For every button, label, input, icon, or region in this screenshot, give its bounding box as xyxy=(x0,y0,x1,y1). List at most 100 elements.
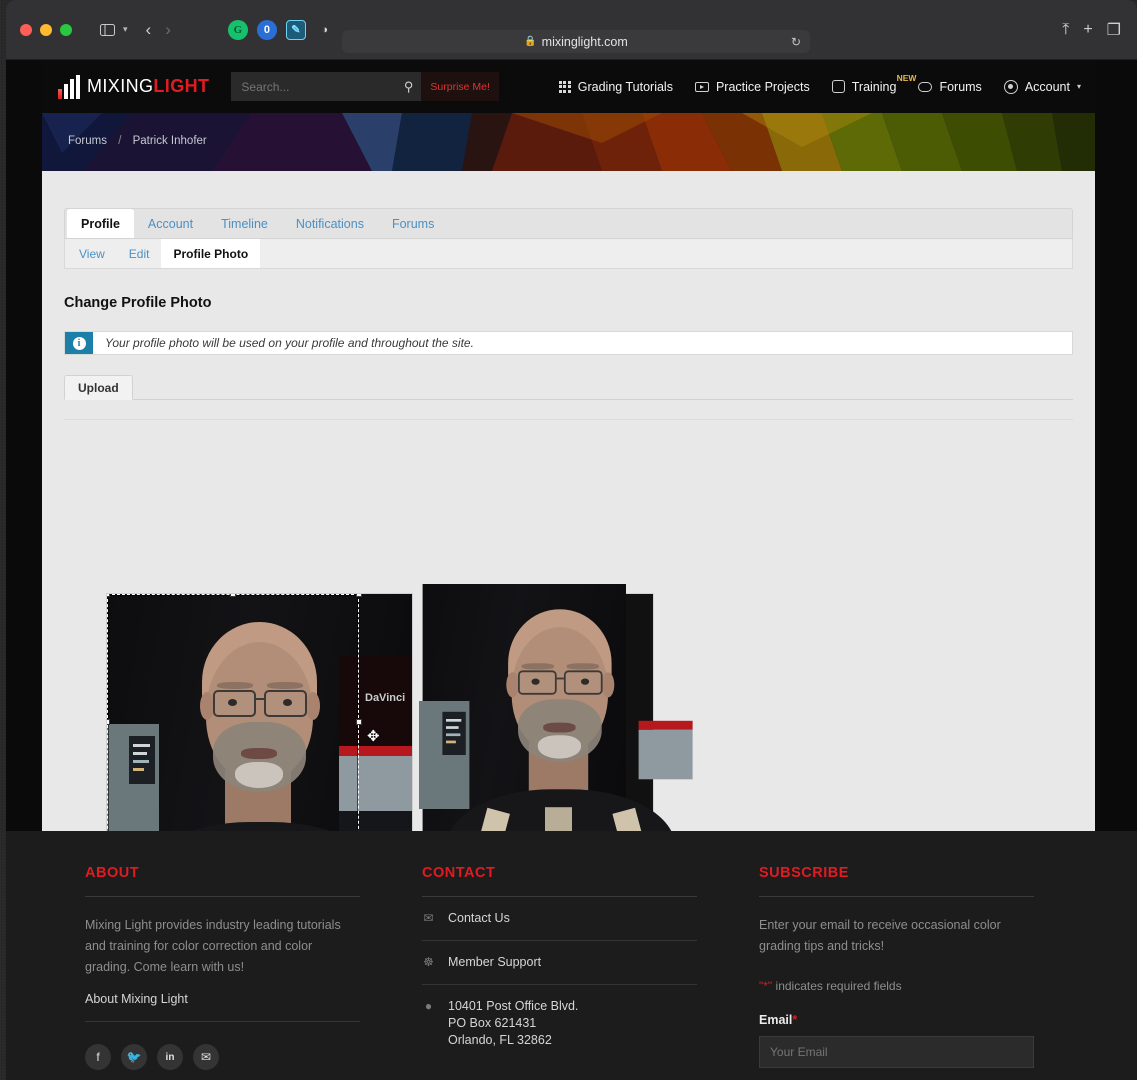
address-bar[interactable]: 🔒 mixinglight.com ↻ xyxy=(342,30,810,53)
tab-timeline[interactable]: Timeline xyxy=(207,209,282,238)
nav-label: Account xyxy=(1024,79,1070,94)
extension-icons[interactable]: G 0 ✎ ◑ xyxy=(227,19,335,40)
lifebuoy-icon: ☸ xyxy=(423,955,434,969)
breadcrumb-current: Patrick Inhofer xyxy=(132,135,207,147)
search-icon[interactable]: ⚲ xyxy=(404,79,414,95)
email-icon[interactable]: ✉ xyxy=(193,1044,219,1070)
email-field[interactable] xyxy=(759,1036,1034,1068)
envelope-icon: ✉ xyxy=(423,911,434,925)
site-footer: ABOUT Mixing Light provides industry lea… xyxy=(6,831,1137,1080)
footer-contact-us[interactable]: ✉ Contact Us xyxy=(422,897,697,941)
profile-subtabs[interactable]: View Edit Profile Photo xyxy=(64,239,1073,269)
tab-notifications[interactable]: Notifications xyxy=(282,209,378,238)
breadcrumb[interactable]: Forums / Patrick Inhofer xyxy=(68,135,207,147)
onepassword-extension-icon[interactable]: 0 xyxy=(256,19,277,40)
tab-profile[interactable]: Profile xyxy=(67,209,134,238)
footer-link-label[interactable]: Member Support xyxy=(448,954,541,971)
footer-about-heading: ABOUT xyxy=(85,865,140,881)
section-divider xyxy=(64,419,1073,420)
video-icon xyxy=(694,81,709,92)
tab-overview-icon[interactable]: ❐ xyxy=(1107,20,1121,40)
twitter-icon[interactable]: 🐦 xyxy=(121,1044,147,1070)
reload-icon[interactable]: ↻ xyxy=(791,35,801,49)
footer-social-links[interactable]: f 🐦 in ✉ xyxy=(85,1044,360,1070)
site-header: MIXINGLIGHT ⚲ Surprise Me! Grading Tutor… xyxy=(42,60,1095,113)
sidebar-icon[interactable] xyxy=(94,18,120,42)
grid-icon xyxy=(558,80,571,93)
profile-tabs-container: Profile Account Timeline Notifications F… xyxy=(64,208,1073,269)
notes-extension-icon[interactable]: ✎ xyxy=(285,19,306,40)
browser-toolbar: ▾ ‹ › G 0 ✎ ◑ 🔒 mixinglight.com ↻ ⤒ + ❐ xyxy=(6,0,1137,60)
footer-address: ● 10401 Post Office Blvd. PO Box 621431 … xyxy=(422,985,697,1062)
logo-text-first: MIXING xyxy=(87,76,154,96)
crop-preview-image xyxy=(419,584,693,919)
chevron-down-icon[interactable]: ▾ xyxy=(1077,82,1081,91)
address-line-2: PO Box 621431 xyxy=(448,1016,537,1030)
footer-rule xyxy=(85,896,360,897)
surprise-me-button[interactable]: Surprise Me! xyxy=(421,72,499,101)
site-logo[interactable]: MIXINGLIGHT xyxy=(58,74,209,99)
required-prefix: "*" xyxy=(759,979,773,993)
nav-label: Forums xyxy=(939,79,982,94)
plus-icon[interactable]: + xyxy=(1083,21,1092,39)
facebook-icon[interactable]: f xyxy=(85,1044,111,1070)
breadcrumb-separator: / xyxy=(118,135,122,147)
upload-tab-bar: Upload xyxy=(64,374,1073,400)
required-note-text: indicates required fields xyxy=(772,979,902,993)
footer-link-label[interactable]: Contact Us xyxy=(448,910,510,927)
chevron-down-icon[interactable]: ▾ xyxy=(123,24,128,35)
footer-member-support[interactable]: ☸ Member Support xyxy=(422,941,697,985)
page-title: Change Profile Photo xyxy=(64,295,212,311)
footer-link-label[interactable]: About Mixing Light xyxy=(85,991,188,1008)
map-pin-icon: ● xyxy=(424,999,433,1013)
share-icon[interactable]: ⤒ xyxy=(1062,21,1069,39)
cube-icon xyxy=(831,80,845,93)
address-line-3: Orlando, FL 32862 xyxy=(448,1033,552,1047)
close-window-button[interactable] xyxy=(20,23,32,36)
nav-label: Grading Tutorials xyxy=(577,79,673,94)
footer-about-body: Mixing Light provides industry leading t… xyxy=(85,918,341,974)
nav-account[interactable]: Account ▾ xyxy=(1003,79,1081,94)
minimize-window-button[interactable] xyxy=(40,23,52,36)
grammarly-extension-icon[interactable]: G xyxy=(227,19,248,40)
url-text: mixinglight.com xyxy=(541,34,628,49)
info-icon: i xyxy=(65,332,93,354)
footer-about-link[interactable]: About Mixing Light xyxy=(85,978,360,1022)
back-arrow-icon[interactable]: ‹ xyxy=(146,20,152,40)
browser-window: ▾ ‹ › G 0 ✎ ◑ 🔒 mixinglight.com ↻ ⤒ + ❐ xyxy=(6,0,1137,1080)
search-input-wrapper[interactable]: ⚲ xyxy=(231,72,422,101)
upload-button[interactable]: Upload xyxy=(64,375,133,400)
nav-forums[interactable]: Forums xyxy=(918,79,982,94)
search-area[interactable]: ⚲ Surprise Me! xyxy=(231,72,499,101)
subtab-edit[interactable]: Edit xyxy=(117,239,162,268)
window-controls[interactable] xyxy=(20,23,72,36)
breadcrumb-root[interactable]: Forums xyxy=(68,135,107,147)
nav-practice-projects[interactable]: Practice Projects xyxy=(694,80,810,94)
linkedin-icon[interactable]: in xyxy=(157,1044,183,1070)
nav-training[interactable]: Training NEW xyxy=(831,73,916,94)
main-content: Profile Account Timeline Notifications F… xyxy=(42,171,1095,933)
maximize-window-button[interactable] xyxy=(60,23,72,36)
address-line-1: 10401 Post Office Blvd. xyxy=(448,999,579,1013)
tab-account[interactable]: Account xyxy=(134,209,207,238)
search-input[interactable] xyxy=(231,72,422,101)
privacy-shield-extension-icon[interactable]: ◑ xyxy=(315,20,335,40)
subtab-view[interactable]: View xyxy=(67,239,117,268)
sidebar-toggle-group[interactable]: ▾ xyxy=(94,18,128,42)
user-icon xyxy=(1003,79,1018,94)
forward-arrow-icon[interactable]: › xyxy=(165,20,171,40)
tab-forums[interactable]: Forums xyxy=(378,209,448,238)
footer-contact-column: CONTACT ✉ Contact Us ☸ Member Support ● … xyxy=(422,865,697,1070)
footer-about-column: ABOUT Mixing Light provides industry lea… xyxy=(85,865,360,1070)
main-navigation[interactable]: Grading Tutorials Practice Projects Trai… xyxy=(558,73,1081,94)
toolbar-right-actions[interactable]: ⤒ + ❐ xyxy=(1062,20,1121,40)
subtab-profile-photo[interactable]: Profile Photo xyxy=(161,239,261,268)
nav-grading-tutorials[interactable]: Grading Tutorials xyxy=(558,79,673,94)
logo-text: MIXINGLIGHT xyxy=(87,76,209,97)
footer-address-lines: 10401 Post Office Blvd. PO Box 621431 Or… xyxy=(448,998,578,1049)
navigation-arrows[interactable]: ‹ › xyxy=(146,20,171,40)
logo-text-second: LIGHT xyxy=(153,76,210,96)
email-field-label: Email* xyxy=(759,1013,1034,1027)
page-banner: Forums / Patrick Inhofer xyxy=(42,113,1095,171)
profile-tabs[interactable]: Profile Account Timeline Notifications F… xyxy=(64,208,1073,239)
